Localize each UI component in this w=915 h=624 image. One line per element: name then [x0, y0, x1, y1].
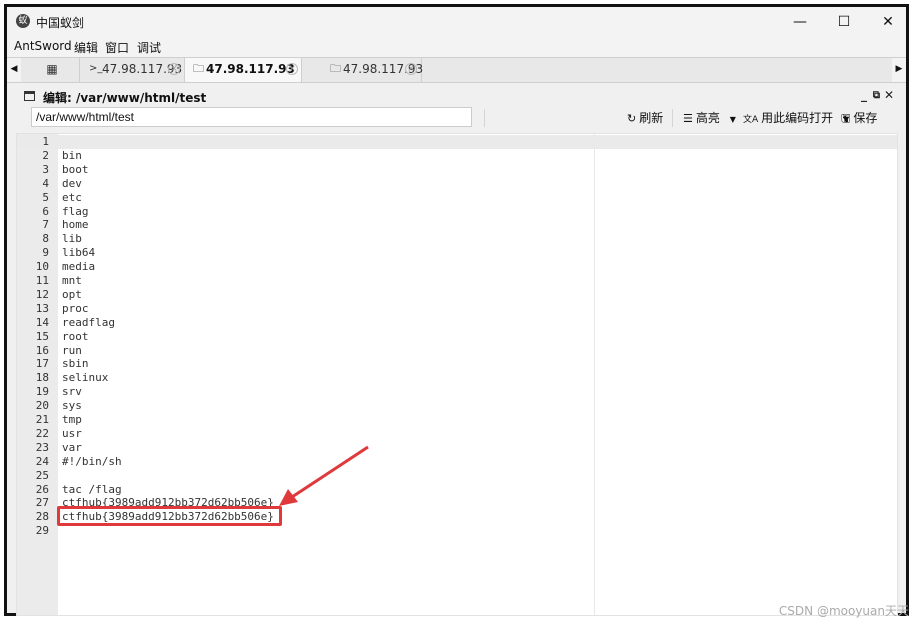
annotation-arrow-icon	[279, 445, 369, 506]
watermark: CSDN @mooyuan天天	[778, 604, 909, 618]
